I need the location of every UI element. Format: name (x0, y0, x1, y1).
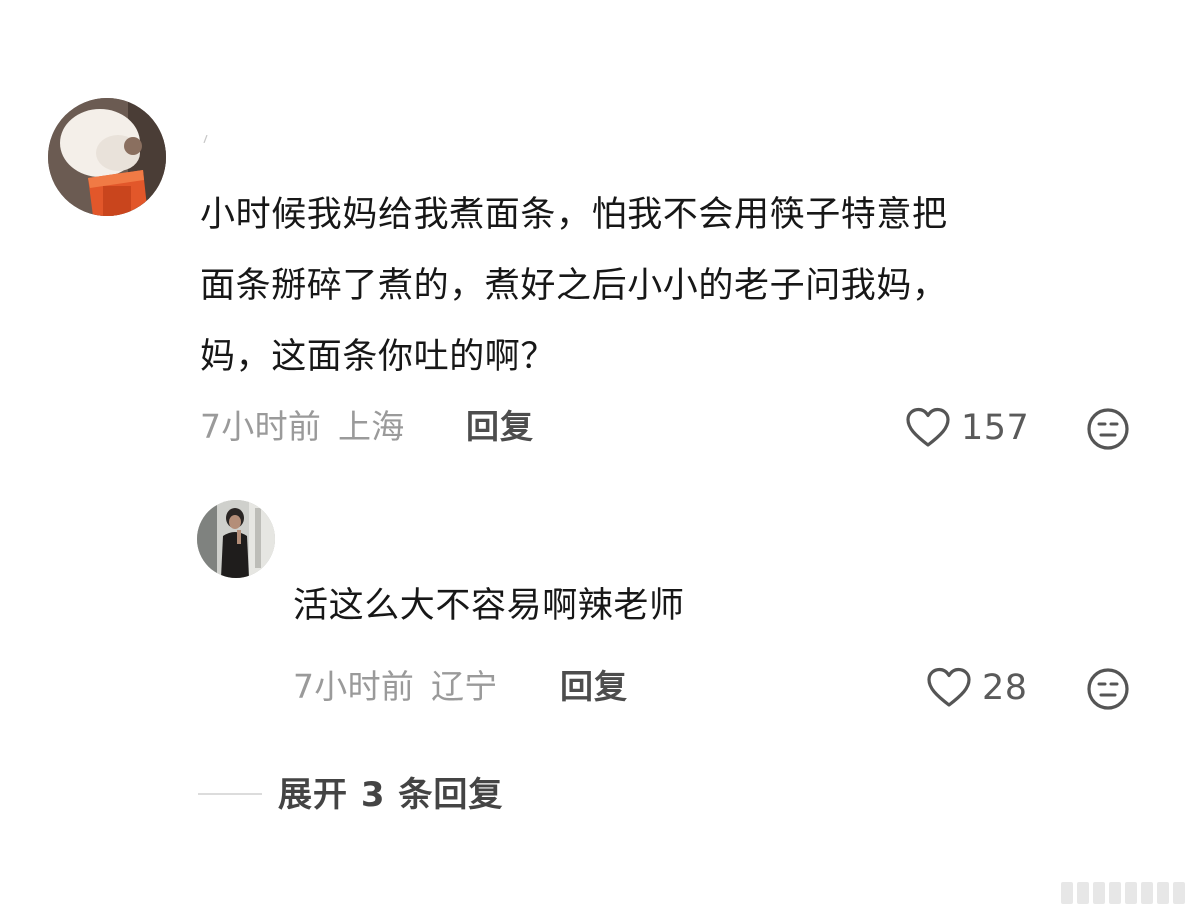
expand-replies-button[interactable]: 展开 3 条回复 (278, 773, 503, 817)
commenter-avatar[interactable] (48, 98, 166, 216)
comment-text: 小时候我妈给我煮面条，怕我不会用筷子特意把 面条掰碎了煮的，煮好之后小小的老子问… (200, 180, 1170, 393)
comment-meta: 7小时前 上海 (200, 405, 405, 449)
comment-time: 7小时前 (200, 407, 322, 446)
heart-outline-icon (906, 407, 950, 447)
neutral-face-icon (1087, 668, 1129, 710)
replier-avatar[interactable] (197, 500, 275, 578)
avatar-image (197, 500, 275, 578)
heart-outline-icon (927, 667, 971, 707)
comment-location: 上海 (338, 407, 405, 446)
comment-text-line: 妈，这面条你吐的啊？ (200, 337, 557, 377)
neutral-face-icon (1087, 408, 1129, 450)
reply-button[interactable]: 回复 (466, 405, 534, 449)
like-button[interactable]: 28 (926, 666, 1028, 710)
reply-meta: 7小时前 辽宁 (293, 665, 498, 709)
reply-text: 活这么大不容易啊辣老师 (293, 586, 685, 626)
expand-divider (198, 793, 262, 795)
reply-time: 7小时前 (293, 667, 415, 706)
comment-text-line: 小时候我妈给我煮面条，怕我不会用筷子特意把 (200, 195, 948, 235)
comment-text-line: 面条掰碎了煮的，煮好之后小小的老子问我妈， (200, 266, 948, 306)
reply-button[interactable]: 回复 (560, 665, 628, 709)
watermark (1061, 882, 1185, 904)
like-count: 157 (961, 408, 1030, 448)
avatar-image (48, 98, 166, 216)
dislike-button[interactable] (1086, 667, 1130, 715)
like-button[interactable]: 157 (905, 406, 1029, 450)
reply-location: 辽宁 (431, 667, 498, 706)
dislike-button[interactable] (1086, 407, 1130, 455)
like-count: 28 (982, 668, 1028, 708)
username-mark (203, 128, 209, 144)
